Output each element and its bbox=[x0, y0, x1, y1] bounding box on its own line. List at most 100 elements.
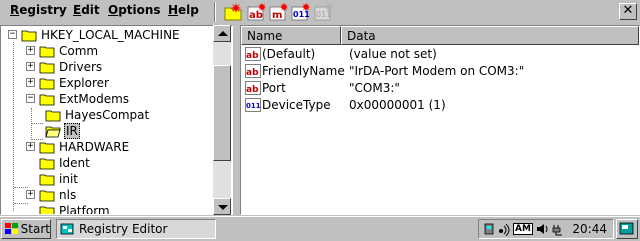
folder-open-icon bbox=[39, 94, 55, 106]
tree-item-explorer[interactable]: Explorer bbox=[39, 75, 110, 91]
tree-item-label: Comm bbox=[59, 44, 99, 58]
tree-item-hardware[interactable]: HARDWARE bbox=[39, 139, 130, 155]
collapse-icon: − bbox=[27, 93, 34, 103]
string-value-icon: ab bbox=[245, 81, 261, 95]
tree-item-label: Drivers bbox=[59, 60, 103, 74]
column-header-data[interactable]: Data bbox=[341, 26, 639, 45]
menu-registry[interactable]: Registry bbox=[10, 3, 67, 17]
expand-toggle[interactable]: − bbox=[8, 30, 17, 39]
power-plug-icon[interactable] bbox=[551, 222, 565, 236]
tree-item-label: HayesCompat bbox=[65, 108, 150, 122]
scroll-thumb[interactable] bbox=[213, 65, 231, 161]
new-binary-value-icon: 011 bbox=[314, 3, 333, 21]
folder-icon bbox=[39, 78, 55, 90]
task-registry-editor[interactable]: Registry Editor bbox=[56, 219, 216, 239]
svg-text:011: 011 bbox=[246, 102, 261, 110]
value-name: FriendlyName bbox=[262, 64, 345, 78]
expand-toggle[interactable]: + bbox=[26, 142, 35, 151]
folder-icon bbox=[45, 110, 61, 122]
network-icon[interactable] bbox=[483, 222, 495, 236]
menu-options[interactable]: Options bbox=[108, 3, 161, 17]
tree-item-ir[interactable]: IR bbox=[45, 123, 80, 139]
tree-item-nls[interactable]: nls bbox=[39, 187, 77, 203]
svg-text:m: m bbox=[272, 10, 282, 21]
value-name: DeviceType bbox=[262, 98, 331, 112]
new-key-icon bbox=[224, 3, 242, 21]
toolbar-separator bbox=[214, 2, 216, 22]
expand-icon: + bbox=[27, 141, 34, 151]
list-item[interactable]: ab Port "COM3:" bbox=[245, 80, 635, 96]
tree-item-label: HKEY_LOCAL_MACHINE bbox=[41, 28, 180, 42]
column-header-name[interactable]: Name bbox=[241, 26, 341, 45]
dword-value-icon: 011 bbox=[245, 98, 261, 112]
collapse-icon: − bbox=[9, 29, 16, 39]
pane-splitter[interactable] bbox=[233, 25, 240, 215]
tree-connector bbox=[31, 123, 43, 124]
expand-toggle[interactable]: + bbox=[26, 190, 35, 199]
menu-registry-label: egistry bbox=[19, 3, 67, 17]
menu-edit[interactable]: Edit bbox=[73, 3, 100, 17]
close-button[interactable]: ✕ bbox=[619, 3, 637, 20]
tree-item-label: ExtModems bbox=[59, 92, 130, 106]
show-desktop-button[interactable] bbox=[616, 219, 638, 239]
tree-item-label: Ident bbox=[59, 156, 90, 170]
folder-icon bbox=[21, 30, 37, 42]
list-item[interactable]: ab (Default) (value not set) bbox=[245, 46, 635, 62]
arrow-down-icon bbox=[218, 205, 228, 210]
new-dword-value-icon: 011 bbox=[291, 3, 310, 21]
clock[interactable]: 20:44 bbox=[572, 222, 607, 236]
start-label: Start bbox=[20, 222, 50, 236]
tree-item-hayescompat[interactable]: HayesCompat bbox=[45, 107, 150, 123]
new-binary-value-button[interactable]: 011 bbox=[313, 2, 335, 22]
new-dword-value-button[interactable]: 011 bbox=[290, 2, 312, 22]
menu-help[interactable]: Help bbox=[168, 3, 199, 17]
value-name: Port bbox=[262, 81, 286, 95]
tree-item-ident[interactable]: Ident bbox=[39, 155, 91, 171]
desktop-icon bbox=[619, 222, 634, 235]
tree-connector bbox=[14, 203, 28, 204]
tree-item-comm[interactable]: Comm bbox=[39, 43, 99, 59]
list-item[interactable]: ab FriendlyName "IrDA-Port Modem on COM3… bbox=[245, 63, 635, 79]
windows-logo-icon bbox=[5, 223, 18, 234]
registry-tree[interactable]: − HKEY_LOCAL_MACHINE + Comm + Drivers + … bbox=[0, 25, 233, 215]
expand-toggle[interactable]: + bbox=[26, 46, 35, 55]
expand-toggle[interactable]: − bbox=[26, 94, 35, 103]
svg-text:ab: ab bbox=[246, 85, 259, 95]
tree-item-label: Platform bbox=[59, 204, 110, 215]
new-key-button[interactable] bbox=[222, 2, 244, 22]
folder-icon bbox=[39, 174, 55, 186]
tree-item-hklm[interactable]: HKEY_LOCAL_MACHINE bbox=[21, 27, 181, 43]
svg-text:ab: ab bbox=[246, 68, 259, 78]
menu-toolbar-bar: Registry Edit Options Help ab m 011 011 … bbox=[0, 0, 640, 24]
value-name: (Default) bbox=[262, 47, 316, 61]
string-value-icon: ab bbox=[245, 47, 261, 61]
infrared-icon[interactable] bbox=[497, 222, 511, 236]
tree-vertical-scrollbar[interactable] bbox=[213, 25, 231, 215]
folder-icon bbox=[39, 190, 55, 202]
system-tray: AM 20:44 bbox=[478, 219, 614, 239]
svg-text:ab: ab bbox=[246, 51, 259, 61]
folder-open-icon bbox=[45, 126, 61, 138]
tree-item-label: init bbox=[59, 172, 78, 186]
start-button[interactable]: Start bbox=[1, 219, 51, 239]
list-item[interactable]: 011 DeviceType 0x00000001 (1) bbox=[245, 97, 635, 113]
expand-toggle[interactable]: + bbox=[26, 78, 35, 87]
tree-item-init[interactable]: init bbox=[39, 171, 79, 187]
expand-icon: + bbox=[27, 45, 34, 55]
new-string-value-button[interactable]: ab bbox=[246, 2, 268, 22]
new-multistring-value-button[interactable]: m bbox=[268, 2, 290, 22]
scroll-down-button[interactable] bbox=[213, 198, 231, 215]
tree-item-platform[interactable]: Platform bbox=[39, 203, 111, 215]
expand-toggle[interactable]: + bbox=[26, 62, 35, 71]
string-value-icon: ab bbox=[245, 64, 261, 78]
taskbar: Start Registry Editor AM 20:44 bbox=[0, 216, 640, 240]
speaker-icon[interactable] bbox=[535, 222, 549, 236]
scroll-up-button[interactable] bbox=[213, 25, 231, 42]
tree-item-drivers[interactable]: Drivers bbox=[39, 59, 103, 75]
input-mode-indicator[interactable]: AM bbox=[513, 223, 533, 235]
tree-item-extmodems[interactable]: ExtModems bbox=[39, 91, 130, 107]
values-list[interactable]: Name Data ab (Default) (value not set) a… bbox=[240, 25, 640, 215]
expand-icon: + bbox=[27, 61, 34, 71]
folder-icon bbox=[39, 206, 55, 214]
folder-icon bbox=[39, 46, 55, 58]
